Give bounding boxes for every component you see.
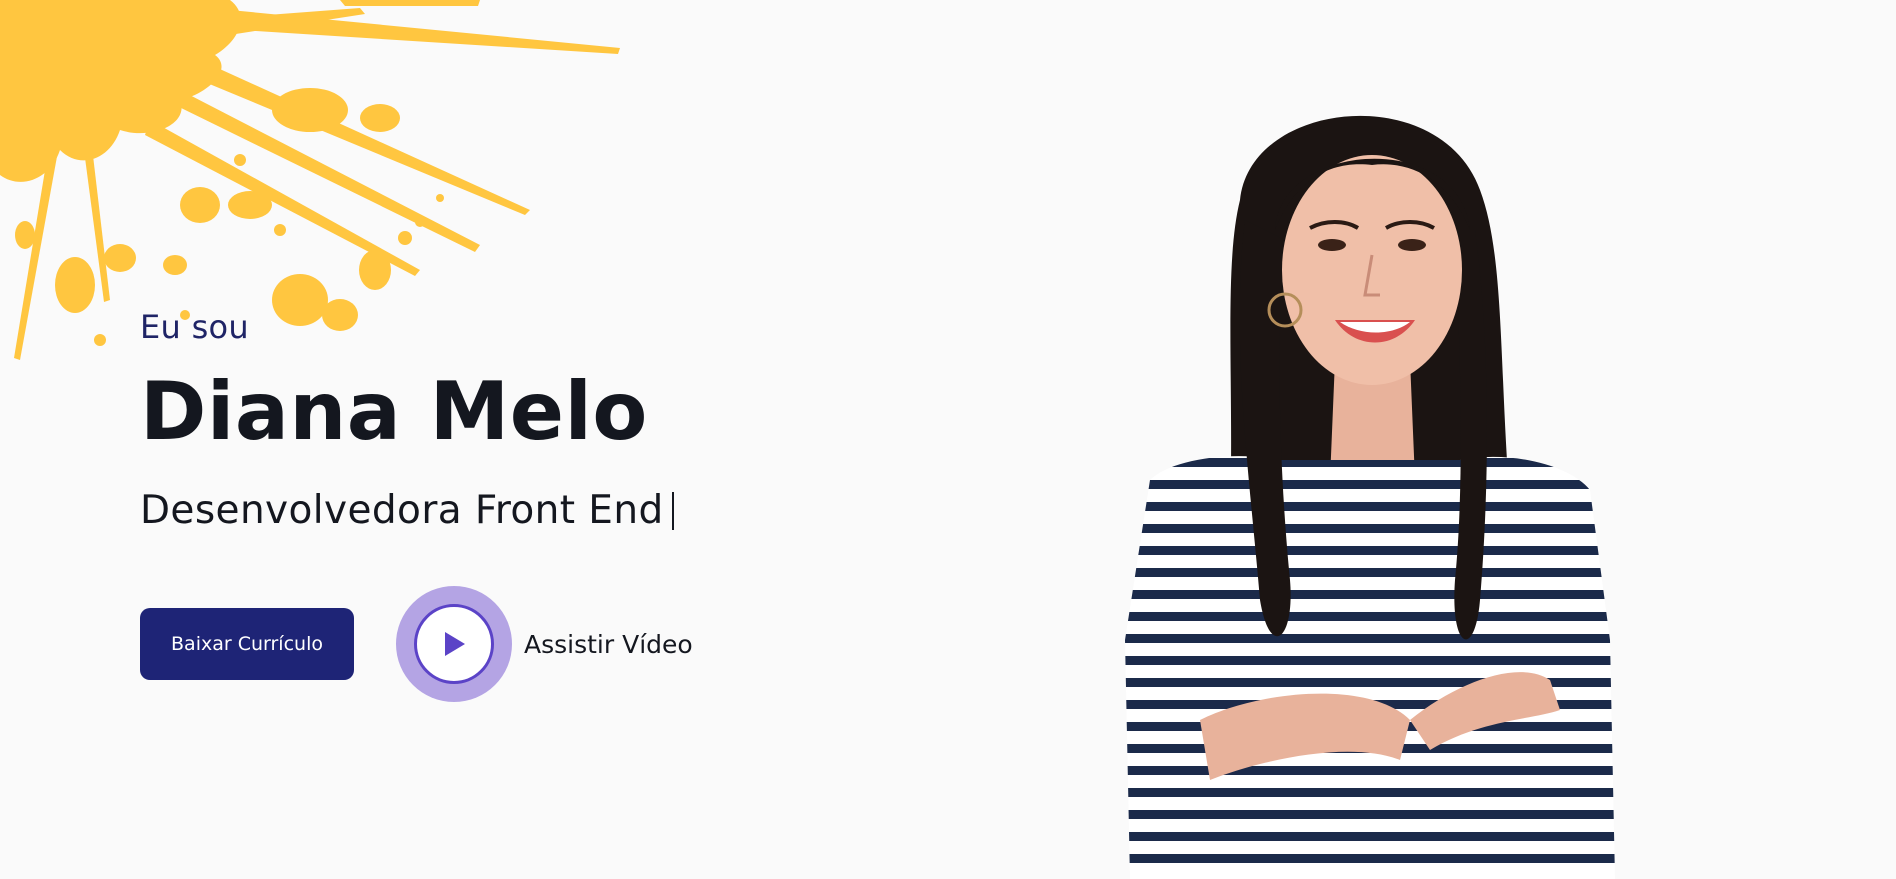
download-cv-button[interactable]: Baixar Currículo	[140, 608, 354, 680]
typing-cursor	[671, 491, 674, 530]
hero-actions: Baixar Currículo Assistir Vídeo	[140, 586, 693, 702]
watch-video-button[interactable]: Assistir Vídeo	[396, 586, 693, 702]
play-button[interactable]	[414, 604, 494, 684]
intro-eyebrow: Eu sou	[140, 308, 250, 346]
person-name: Diana Melo	[140, 365, 648, 458]
watch-video-label[interactable]: Assistir Vídeo	[524, 630, 693, 659]
play-ring[interactable]	[396, 586, 512, 702]
profile-photo	[1125, 115, 1615, 879]
intro-block: Eu sou Diana Melo Desenvolvedora Front E…	[140, 308, 674, 533]
role-title: Desenvolvedora Front End	[140, 488, 664, 533]
hero-section: Eu sou Diana Melo Desenvolvedora Front E…	[0, 0, 1896, 879]
role-line: Desenvolvedora Front End	[140, 488, 674, 533]
play-icon	[445, 632, 465, 656]
